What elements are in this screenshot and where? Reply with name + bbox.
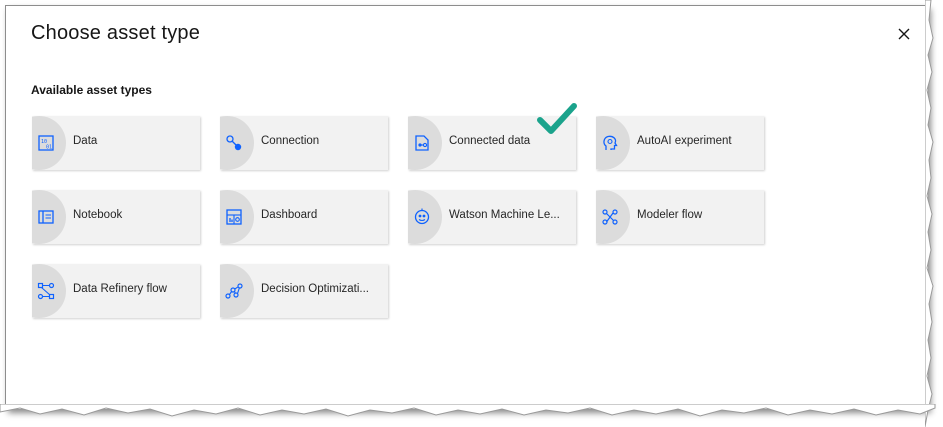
tile-label: Dashboard bbox=[261, 209, 318, 221]
tile-data-refinery-flow[interactable]: Data Refinery flow bbox=[32, 264, 200, 318]
tile-notebook[interactable]: Notebook bbox=[32, 190, 200, 244]
close-icon bbox=[898, 28, 910, 40]
tile-label: Watson Machine Le... bbox=[449, 209, 560, 221]
tile-connection[interactable]: Connection bbox=[220, 116, 388, 170]
dashboard-icon bbox=[226, 209, 242, 225]
tile-autoai-experiment[interactable]: AutoAI experiment bbox=[596, 116, 764, 170]
connection-icon bbox=[226, 135, 242, 151]
tile-label: Connection bbox=[261, 135, 320, 147]
close-button[interactable] bbox=[892, 22, 916, 46]
choose-asset-dialog: Choose asset type Available asset types … bbox=[5, 5, 928, 409]
tile-label: Notebook bbox=[73, 209, 123, 221]
tile-watson-machine-learning[interactable]: Watson Machine Le... bbox=[408, 190, 576, 244]
tile-label: Data Refinery flow bbox=[73, 283, 167, 295]
data-refinery-icon bbox=[37, 282, 55, 300]
tile-modeler-flow[interactable]: Modeler flow bbox=[596, 190, 764, 244]
modeler-flow-icon bbox=[602, 209, 618, 225]
notebook-icon bbox=[38, 210, 54, 224]
checkmark-icon bbox=[537, 103, 577, 134]
tile-label: Data bbox=[73, 135, 98, 147]
autoai-icon bbox=[603, 135, 618, 150]
section-label: Available asset types bbox=[31, 83, 152, 97]
data-icon: 10 01 bbox=[38, 135, 54, 151]
torn-edge-right bbox=[925, 0, 934, 427]
decision-optimization-icon bbox=[225, 283, 243, 299]
tile-decision-optimization[interactable]: Decision Optimizati... bbox=[220, 264, 388, 318]
watson-ml-icon bbox=[414, 208, 430, 225]
torn-edge-bottom bbox=[0, 404, 936, 417]
tile-label: AutoAI experiment bbox=[637, 135, 732, 147]
svg-text:01: 01 bbox=[46, 145, 52, 151]
dialog-title: Choose asset type bbox=[31, 22, 201, 44]
tile-label: Modeler flow bbox=[637, 209, 703, 221]
tile-label: Decision Optimizati... bbox=[261, 283, 370, 295]
tile-dashboard[interactable]: Dashboard bbox=[220, 190, 388, 244]
tile-data[interactable]: 10 01 Data bbox=[32, 116, 200, 170]
connected-data-icon bbox=[415, 135, 429, 151]
